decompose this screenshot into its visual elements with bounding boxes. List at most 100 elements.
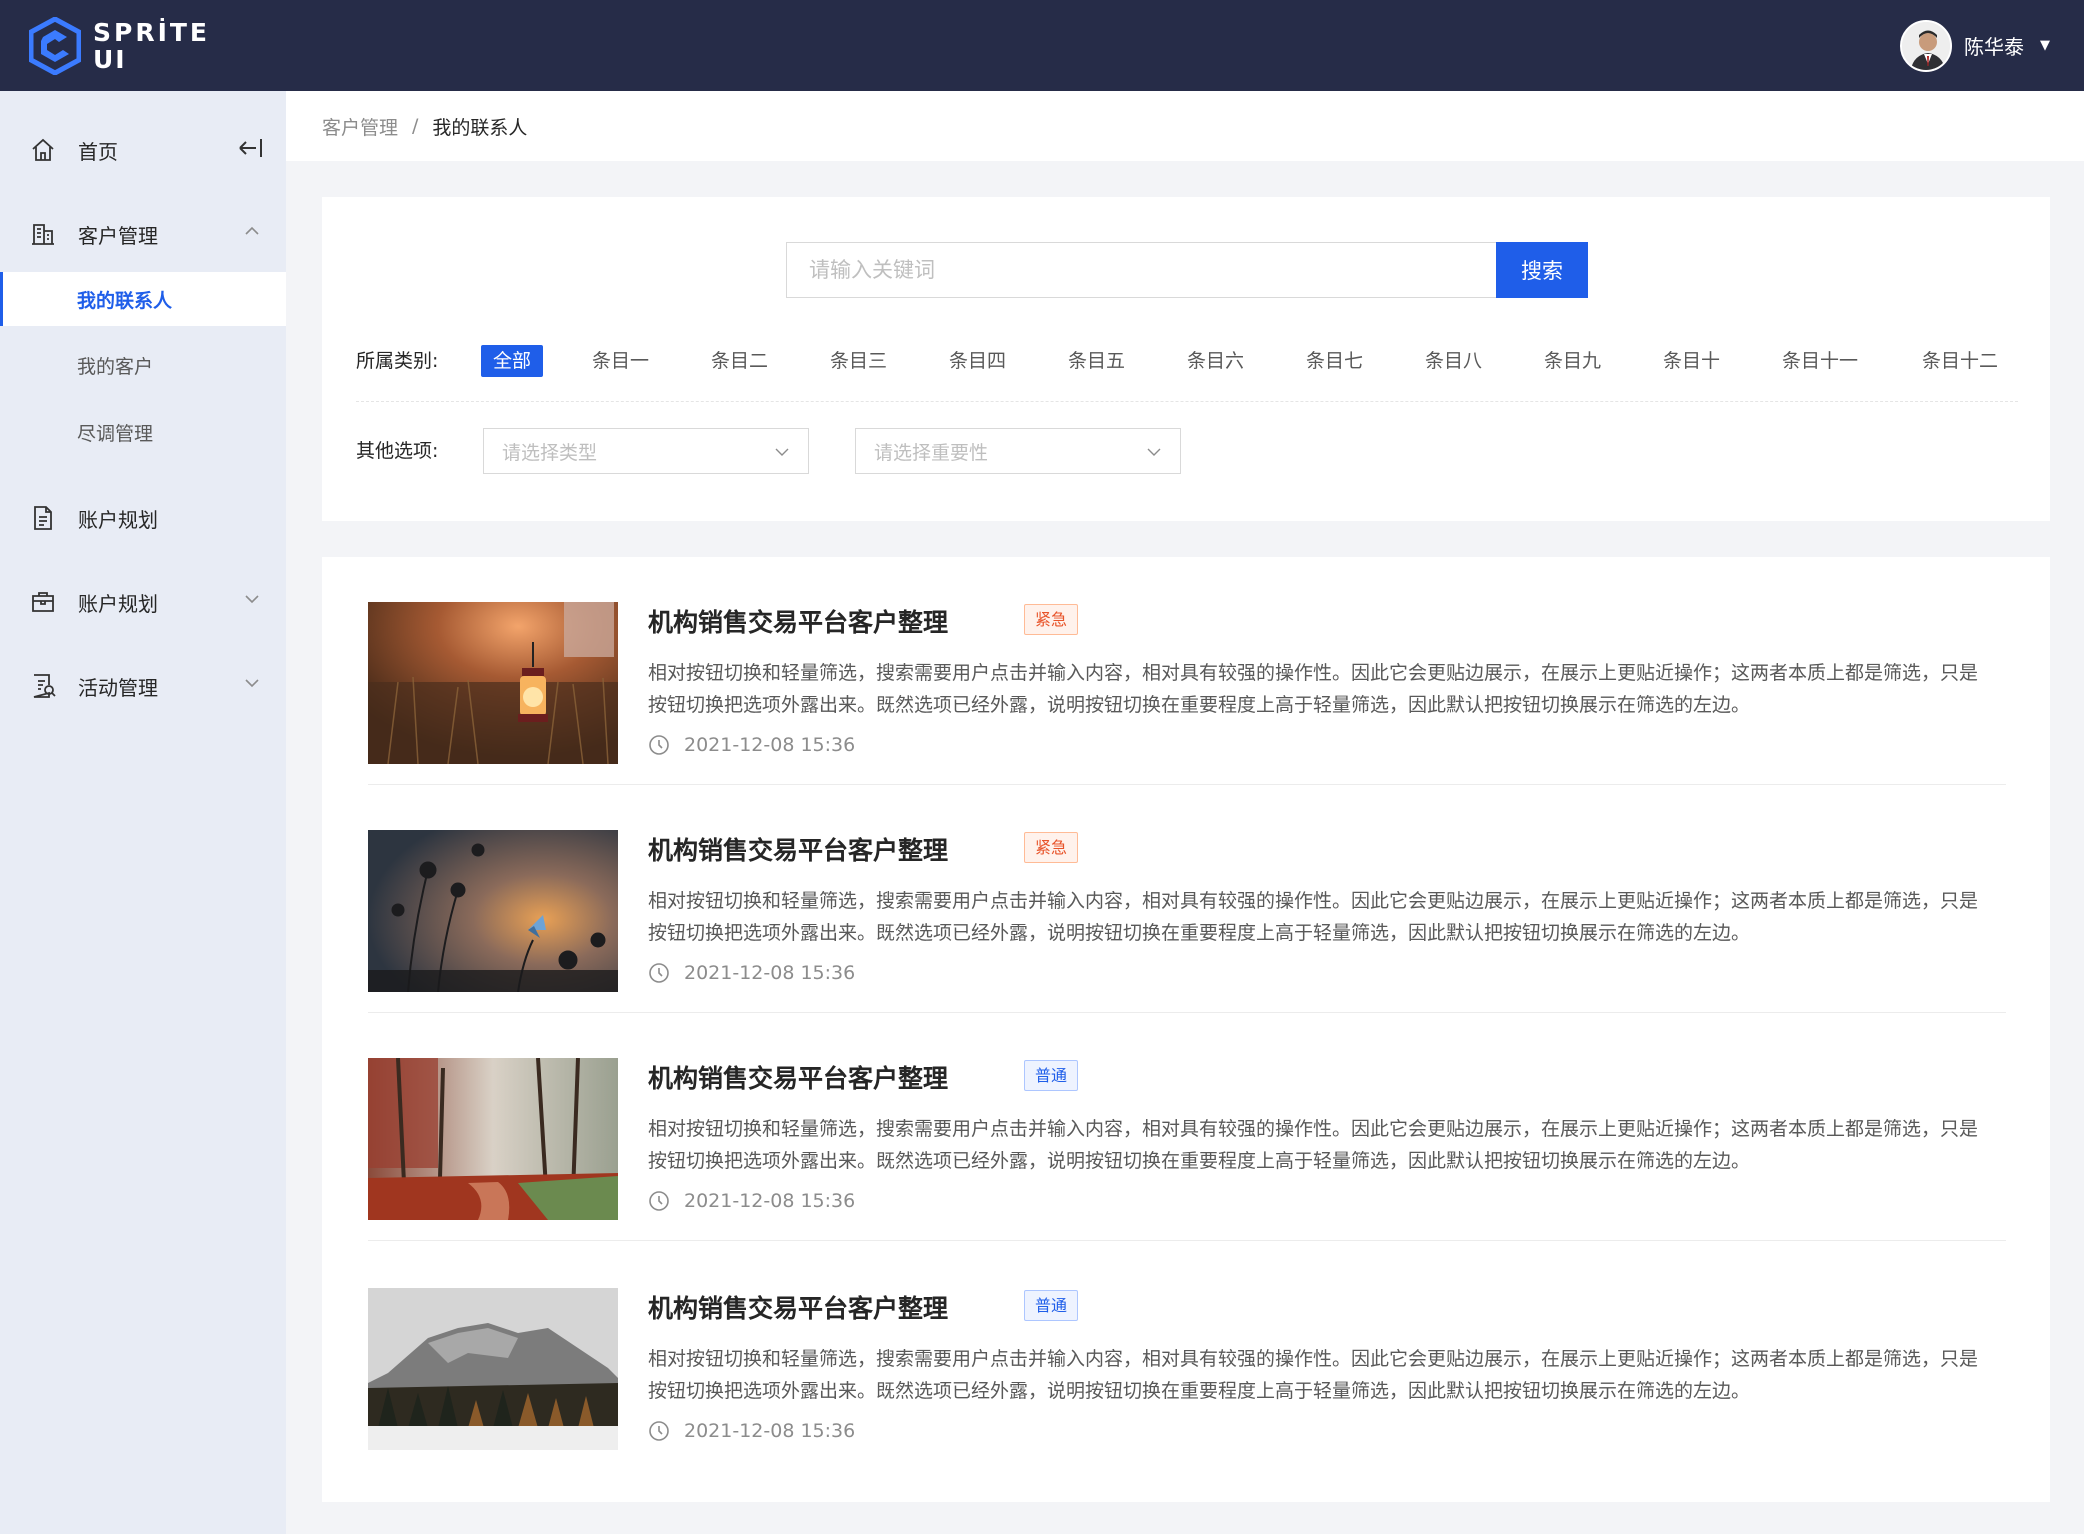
- type-select[interactable]: 请选择类型: [483, 428, 809, 474]
- status-badge-urgent: 紧急: [1024, 604, 1079, 635]
- avatar[interactable]: [1900, 19, 1952, 72]
- category-item[interactable]: 条目六: [1175, 345, 1256, 377]
- logo-line2: UI: [93, 44, 127, 74]
- activity-list-icon: [33, 674, 56, 698]
- sidebar-item-label: 活动管理: [78, 675, 158, 700]
- category-item[interactable]: 条目一: [580, 345, 661, 377]
- item-title[interactable]: 机构销售交易平台客户整理: [648, 603, 948, 639]
- sidebar-item-due-diligence[interactable]: 尽调管理: [0, 405, 286, 459]
- user-dropdown-caret-icon[interactable]: ▼: [2040, 38, 2050, 53]
- item-description: 相对按钮切换和轻量筛选，搜索需要用户点击并输入内容，相对具有较强的操作性。因此它…: [648, 662, 1979, 716]
- thumbnail-forest[interactable]: [368, 1058, 618, 1220]
- clock-icon: [649, 1421, 669, 1441]
- category-item[interactable]: 条目三: [818, 345, 899, 377]
- home-icon: [32, 138, 54, 161]
- status-badge-urgent: 紧急: [1024, 832, 1079, 863]
- importance-select[interactable]: 请选择重要性: [855, 428, 1181, 474]
- category-item[interactable]: 条目四: [937, 345, 1018, 377]
- item-time-text: 2021-12-08 15:36: [684, 1190, 856, 1212]
- category-item[interactable]: 条目十二: [1910, 345, 2010, 377]
- search-bar: 搜索: [786, 242, 1588, 298]
- mountain-image-icon: [368, 1288, 618, 1450]
- user-menu[interactable]: 陈华泰 ▼: [1900, 19, 2050, 72]
- item-timestamp: 2021-12-08 15:36: [648, 1190, 855, 1212]
- briefcase-icon: [32, 592, 54, 612]
- sidebar-item-my-contacts[interactable]: 我的联系人: [0, 272, 286, 326]
- building-icon: [32, 224, 54, 245]
- category-item-all[interactable]: 全部: [481, 345, 544, 377]
- lantern-field-image-icon: [368, 602, 618, 764]
- item-description: 相对按钮切换和轻量筛选，搜索需要用户点击并输入内容，相对具有较强的操作性。因此它…: [648, 1348, 1979, 1402]
- sidebar-item-home[interactable]: 首页: [0, 117, 286, 183]
- document-icon: [34, 506, 52, 530]
- thumbnail-butterfly[interactable]: [368, 830, 618, 992]
- sidebar-item-label: 账户规划: [78, 507, 158, 532]
- clock-icon: [649, 963, 669, 983]
- status-badge-normal: 普通: [1024, 1060, 1079, 1091]
- autumn-forest-image-icon: [368, 1058, 618, 1220]
- item-timestamp: 2021-12-08 15:36: [648, 734, 855, 756]
- chevron-down-icon: [245, 679, 259, 688]
- importance-select-placeholder: 请选择重要性: [874, 441, 989, 464]
- sidebar-item-account-planning-1[interactable]: 账户规划: [0, 485, 286, 551]
- search-input[interactable]: [786, 242, 1496, 298]
- list-item[interactable]: 机构销售交易平台客户整理 普通 相对按钮切换和轻量筛选，搜索需要用户点击并输入内…: [368, 1243, 2006, 1471]
- username[interactable]: 陈华泰: [1964, 31, 2024, 60]
- sidebar-item-label: 首页: [78, 139, 118, 164]
- sidebar-item-activity-management[interactable]: 活动管理: [0, 653, 286, 719]
- category-item[interactable]: 条目十: [1651, 345, 1732, 377]
- sidebar-item-label: 账户规划: [78, 591, 158, 616]
- category-item[interactable]: 条目八: [1413, 345, 1494, 377]
- clock-icon: [649, 1191, 669, 1211]
- item-title[interactable]: 机构销售交易平台客户整理: [648, 1059, 948, 1095]
- logo[interactable]: SPRİTE UI: [29, 16, 210, 75]
- type-select-placeholder: 请选择类型: [502, 441, 598, 464]
- item-time-text: 2021-12-08 15:36: [684, 1420, 856, 1442]
- logo-text: SPRİTE UI: [93, 19, 210, 73]
- list-item[interactable]: 机构销售交易平台客户整理 普通 相对按钮切换和轻量筛选，搜索需要用户点击并输入内…: [368, 1013, 2006, 1241]
- chevron-down-icon: [245, 595, 259, 604]
- item-description: 相对按钮切换和轻量筛选，搜索需要用户点击并输入内容，相对具有较强的操作性。因此它…: [648, 1118, 1979, 1172]
- sidebar-item-my-customers[interactable]: 我的客户: [0, 338, 286, 392]
- contact-list: 机构销售交易平台客户整理 紧急 相对按钮切换和轻量筛选，搜索需要用户点击并输入内…: [322, 557, 2050, 1502]
- item-title[interactable]: 机构销售交易平台客户整理: [648, 1289, 948, 1325]
- list-item[interactable]: 机构销售交易平台客户整理 紧急 相对按钮切换和轻量筛选，搜索需要用户点击并输入内…: [368, 785, 2006, 1013]
- category-item[interactable]: 条目九: [1532, 345, 1613, 377]
- chevron-up-icon: [245, 226, 259, 235]
- collapse-left-icon[interactable]: [236, 135, 264, 161]
- category-item[interactable]: 条目五: [1056, 345, 1137, 377]
- breadcrumb: 客户管理 / 我的联系人: [286, 91, 2084, 161]
- category-filter: 所属类别: 全部 条目一 条目二 条目三 条目四 条目五 条目六 条目七 条目八…: [356, 345, 2018, 395]
- thumbnail-lantern[interactable]: [368, 602, 618, 764]
- sidebar: 首页 客户管理 我的联系人 我的客户 尽调管理 账户规划 账户规划 活动管理: [0, 91, 286, 1534]
- breadcrumb-separator: /: [412, 115, 419, 137]
- item-title[interactable]: 机构销售交易平台客户整理: [648, 831, 948, 867]
- breadcrumb-parent[interactable]: 客户管理: [322, 113, 398, 140]
- logo-mark-icon: [29, 16, 81, 75]
- list-item[interactable]: 机构销售交易平台客户整理 紧急 相对按钮切换和轻量筛选，搜索需要用户点击并输入内…: [368, 557, 2006, 785]
- chevron-down-icon: [1147, 448, 1161, 456]
- sidebar-item-label: 客户管理: [78, 223, 158, 248]
- item-time-text: 2021-12-08 15:36: [684, 962, 856, 984]
- breadcrumb-current: 我的联系人: [432, 116, 528, 139]
- filter-panel: 搜索 所属类别: 全部 条目一 条目二 条目三 条目四 条目五 条目六 条目七 …: [322, 197, 2050, 521]
- item-timestamp: 2021-12-08 15:36: [648, 962, 855, 984]
- butterfly-image-icon: [368, 830, 618, 992]
- sidebar-item-customer-management[interactable]: 客户管理: [0, 201, 286, 267]
- thumbnail-mountain[interactable]: [368, 1288, 618, 1450]
- clock-icon: [649, 735, 669, 755]
- category-item[interactable]: 条目二: [699, 345, 780, 377]
- item-description: 相对按钮切换和轻量筛选，搜索需要用户点击并输入内容，相对具有较强的操作性。因此它…: [648, 890, 1979, 944]
- sidebar-item-account-planning-2[interactable]: 账户规划: [0, 569, 286, 635]
- top-header: SPRİTE UI 陈华泰 ▼: [0, 0, 2084, 91]
- item-timestamp: 2021-12-08 15:36: [648, 1420, 855, 1442]
- item-time-text: 2021-12-08 15:36: [684, 734, 856, 756]
- category-item[interactable]: 条目十一: [1770, 345, 1870, 377]
- category-item[interactable]: 条目七: [1294, 345, 1375, 377]
- category-label: 所属类别:: [356, 350, 439, 372]
- status-badge-normal: 普通: [1024, 1290, 1079, 1321]
- list-divider: [368, 1240, 2006, 1241]
- search-button[interactable]: 搜索: [1496, 242, 1588, 298]
- logo-line1: SPRİTE: [93, 17, 211, 47]
- filter-divider: [356, 401, 2018, 402]
